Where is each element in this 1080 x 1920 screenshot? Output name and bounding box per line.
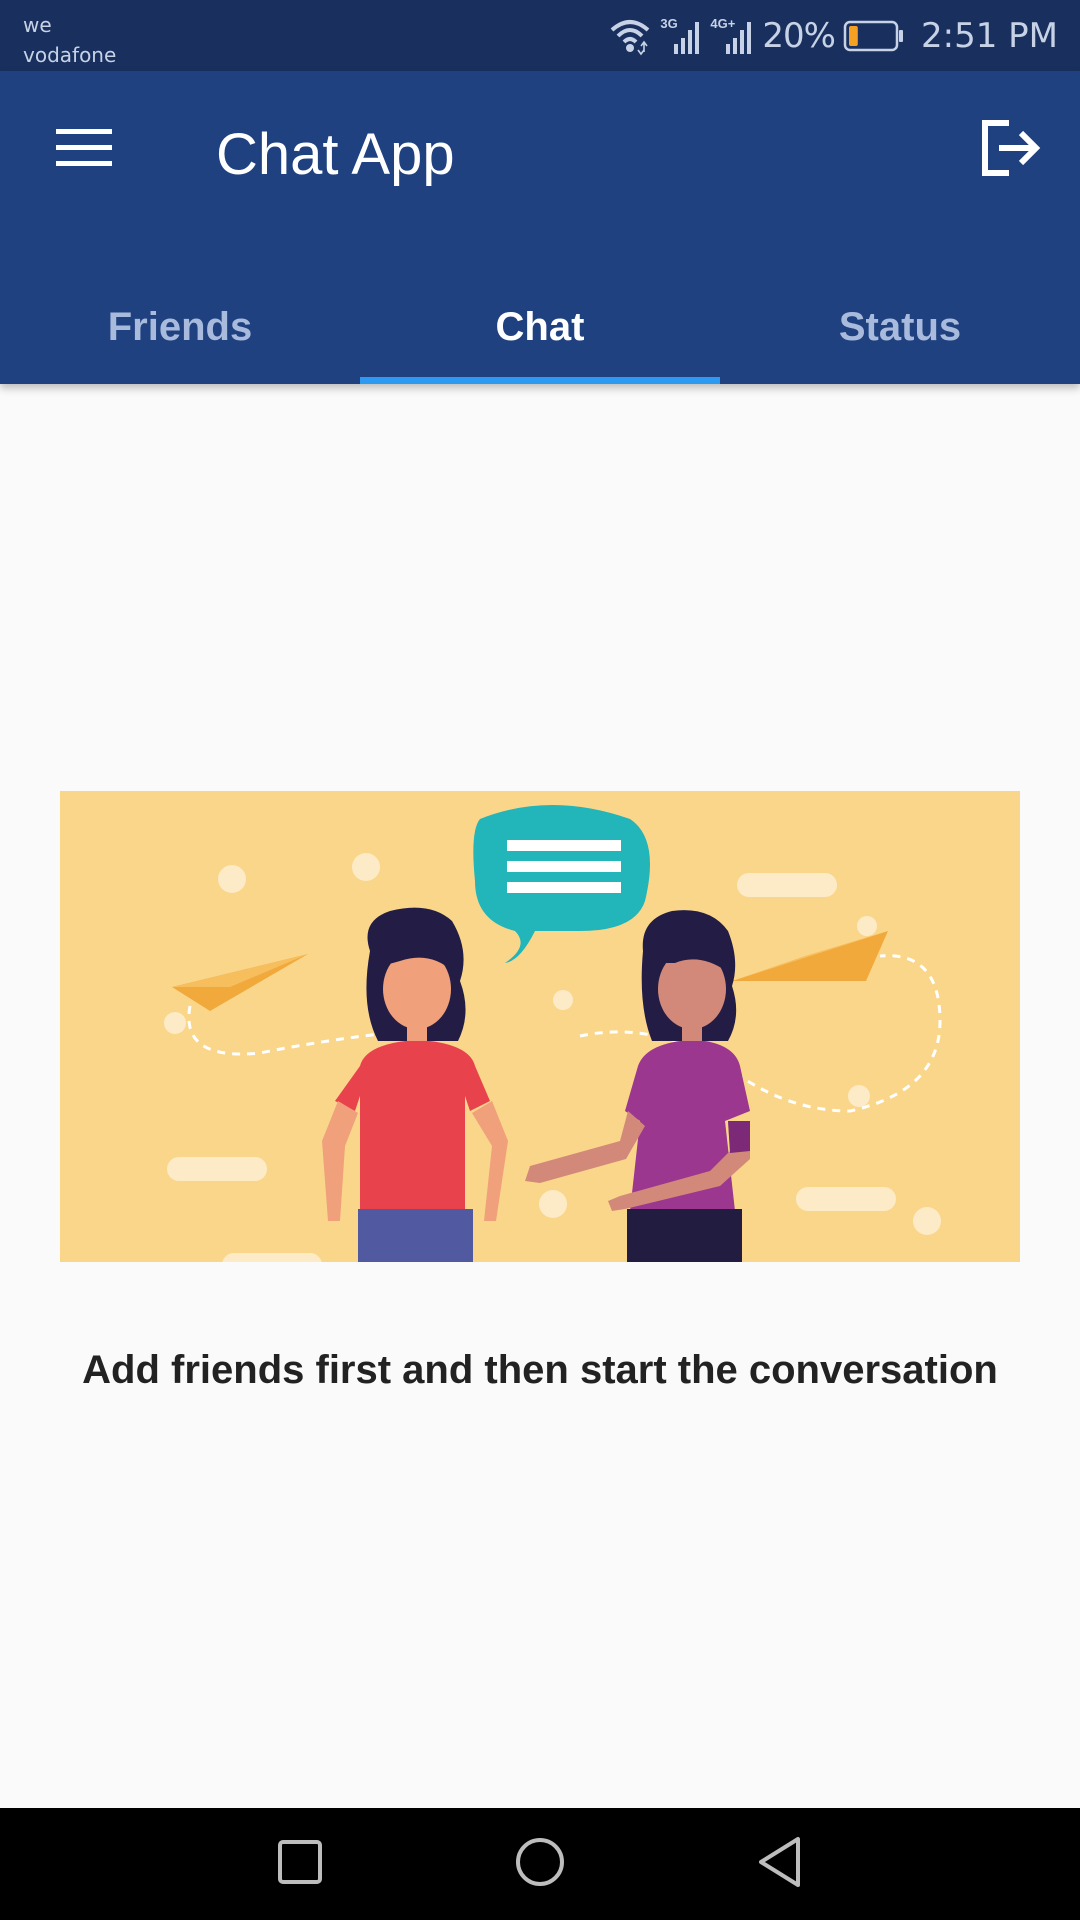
tab-friends[interactable]: Friends: [0, 271, 360, 384]
app-bar: Chat App Friends Chat Status: [0, 71, 1080, 384]
home-button[interactable]: [485, 1808, 595, 1920]
signal-3g-icon: 3G: [660, 16, 702, 56]
battery-icon: [843, 20, 905, 52]
square-recent-apps-icon: [277, 1839, 323, 1890]
triangle-back-icon: [756, 1835, 804, 1894]
clock: 2:51 PM: [921, 16, 1058, 56]
status-icons: 3G 4G+ 20% 2:51 PM: [608, 14, 1058, 58]
app-title: Chat App: [216, 122, 455, 187]
carrier-info: we vodafone: [23, 10, 116, 70]
circle-home-icon: [514, 1836, 566, 1893]
logout-button[interactable]: [970, 115, 1050, 185]
carrier-line-1: we: [23, 13, 52, 37]
tab-status[interactable]: Status: [720, 271, 1080, 384]
tab-bar: Friends Chat Status: [0, 271, 1080, 384]
empty-state-message: Add friends first and then start the con…: [82, 1348, 998, 1392]
signal-4g-icon: 4G+: [710, 16, 754, 56]
logout-icon: [979, 119, 1041, 182]
tab-chat[interactable]: Chat: [360, 271, 720, 384]
hamburger-menu-icon: [56, 127, 112, 174]
two-women-chatting-illustration: [60, 791, 1020, 1262]
wifi-icon: [608, 16, 652, 56]
battery-percent: 20%: [762, 16, 836, 56]
back-button[interactable]: [725, 1808, 835, 1920]
recent-apps-button[interactable]: [245, 1808, 355, 1920]
carrier-line-2: vodafone: [23, 43, 117, 67]
status-bar: we vodafone 3G 4G+ 20% 2:51 PM: [0, 0, 1080, 71]
system-nav-bar: [0, 1808, 1080, 1920]
menu-button[interactable]: [42, 113, 126, 187]
